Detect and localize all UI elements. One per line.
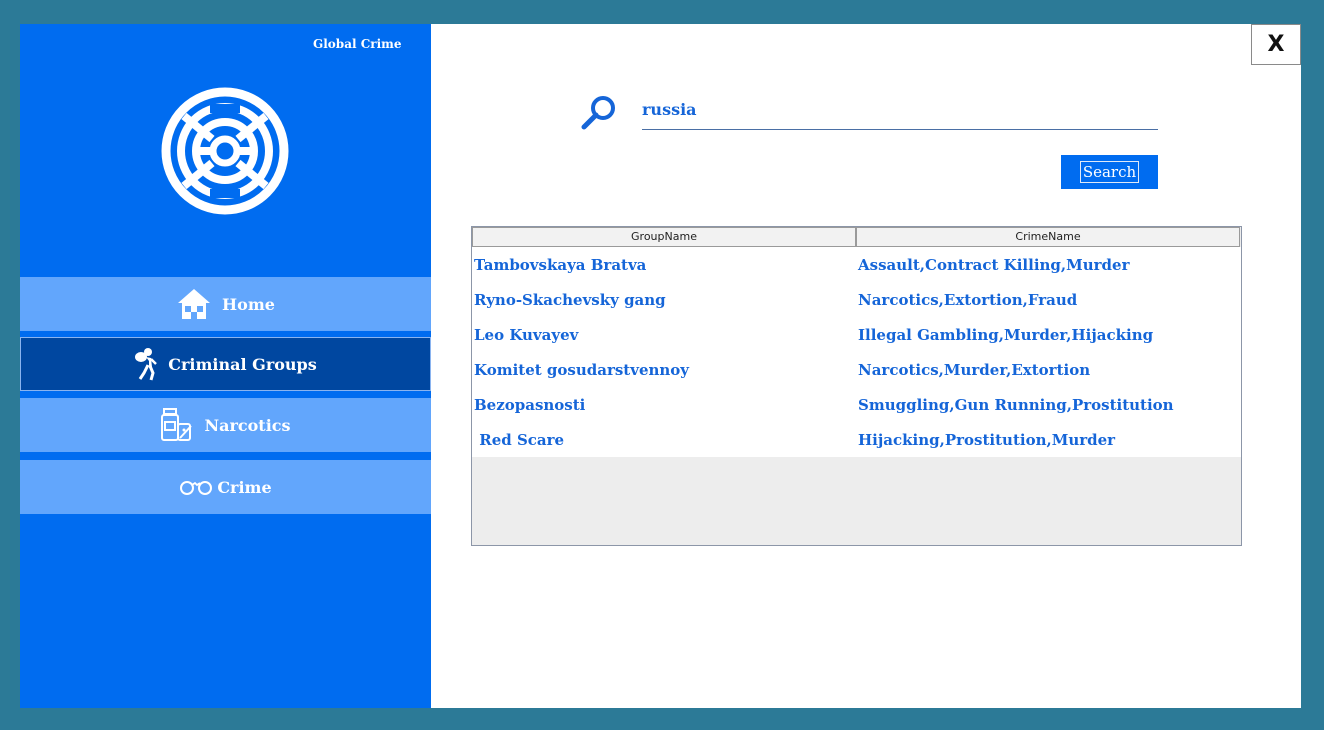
crime-name-cell: Narcotics,Murder,Extortion (858, 360, 1091, 379)
column-header-crimename[interactable]: CrimeName (856, 227, 1240, 247)
search-icon (581, 96, 615, 130)
app-title: Global Crime (313, 37, 402, 51)
table-row[interactable]: Bezopasnosti Smuggling,Gun Running,Prost… (472, 387, 1241, 422)
crime-name-cell: Smuggling,Gun Running,Prostitution (858, 395, 1174, 414)
group-name-cell: Komitet gosudarstvennoy (474, 360, 690, 379)
app-window: Global Crime Home Criminal Groups Narcot… (20, 24, 1301, 708)
results-table: GroupName CrimeName Tambovskaya Bratva A… (471, 226, 1242, 546)
home-icon (176, 287, 212, 321)
group-name-cell: Bezopasnosti (474, 395, 586, 414)
nav-item-narcotics[interactable]: Narcotics (20, 398, 431, 452)
crime-name-cell: Hijacking,Prostitution,Murder (858, 430, 1116, 449)
table-row[interactable]: Ryno-Skachevsky gang Narcotics,Extortion… (472, 282, 1241, 317)
table-row[interactable]: Leo Kuvayev Illegal Gambling,Murder,Hija… (472, 317, 1241, 352)
nav-item-criminal-groups[interactable]: Criminal Groups (20, 337, 431, 391)
thief-icon (134, 347, 158, 381)
group-name-cell: Leo Kuvayev (474, 325, 579, 344)
column-header-groupname[interactable]: GroupName (472, 227, 856, 247)
nav-label-crime: Crime (217, 477, 272, 497)
nav-label-home: Home (222, 294, 275, 314)
narcotics-icon (160, 408, 194, 442)
nav-label-criminal-groups: Criminal Groups (168, 354, 317, 374)
crime-name-cell: Illegal Gambling,Murder,Hijacking (858, 325, 1154, 344)
sidebar: Global Crime Home Criminal Groups Narcot… (20, 24, 431, 708)
crime-name-cell: Narcotics,Extortion,Fraud (858, 290, 1078, 309)
group-name-cell: Ryno-Skachevsky gang (474, 290, 666, 309)
group-name-cell: Red Scare (474, 430, 565, 449)
crime-name-cell: Assault,Contract Killing,Murder (858, 255, 1130, 274)
search-input[interactable] (642, 90, 1158, 130)
close-button[interactable]: X (1251, 24, 1301, 65)
table-row[interactable]: Komitet gosudarstvennoy Narcotics,Murder… (472, 352, 1241, 387)
nav-item-home[interactable]: Home (20, 277, 431, 331)
table-row[interactable]: Tambovskaya Bratva Assault,Contract Kill… (472, 247, 1241, 282)
app-logo-icon (161, 87, 289, 215)
table-row[interactable]: Red Scare Hijacking,Prostitution,Murder (472, 422, 1241, 457)
group-name-cell: Tambovskaya Bratva (474, 255, 647, 274)
search-button-label: Search (1079, 161, 1140, 183)
table-body: Tambovskaya Bratva Assault,Contract Kill… (472, 247, 1241, 457)
handcuffs-icon (179, 477, 213, 497)
table-header: GroupName CrimeName (472, 227, 1241, 247)
search-button[interactable]: Search (1061, 155, 1158, 189)
nav-item-crime[interactable]: Crime (20, 460, 431, 514)
nav-label-narcotics: Narcotics (204, 415, 291, 435)
